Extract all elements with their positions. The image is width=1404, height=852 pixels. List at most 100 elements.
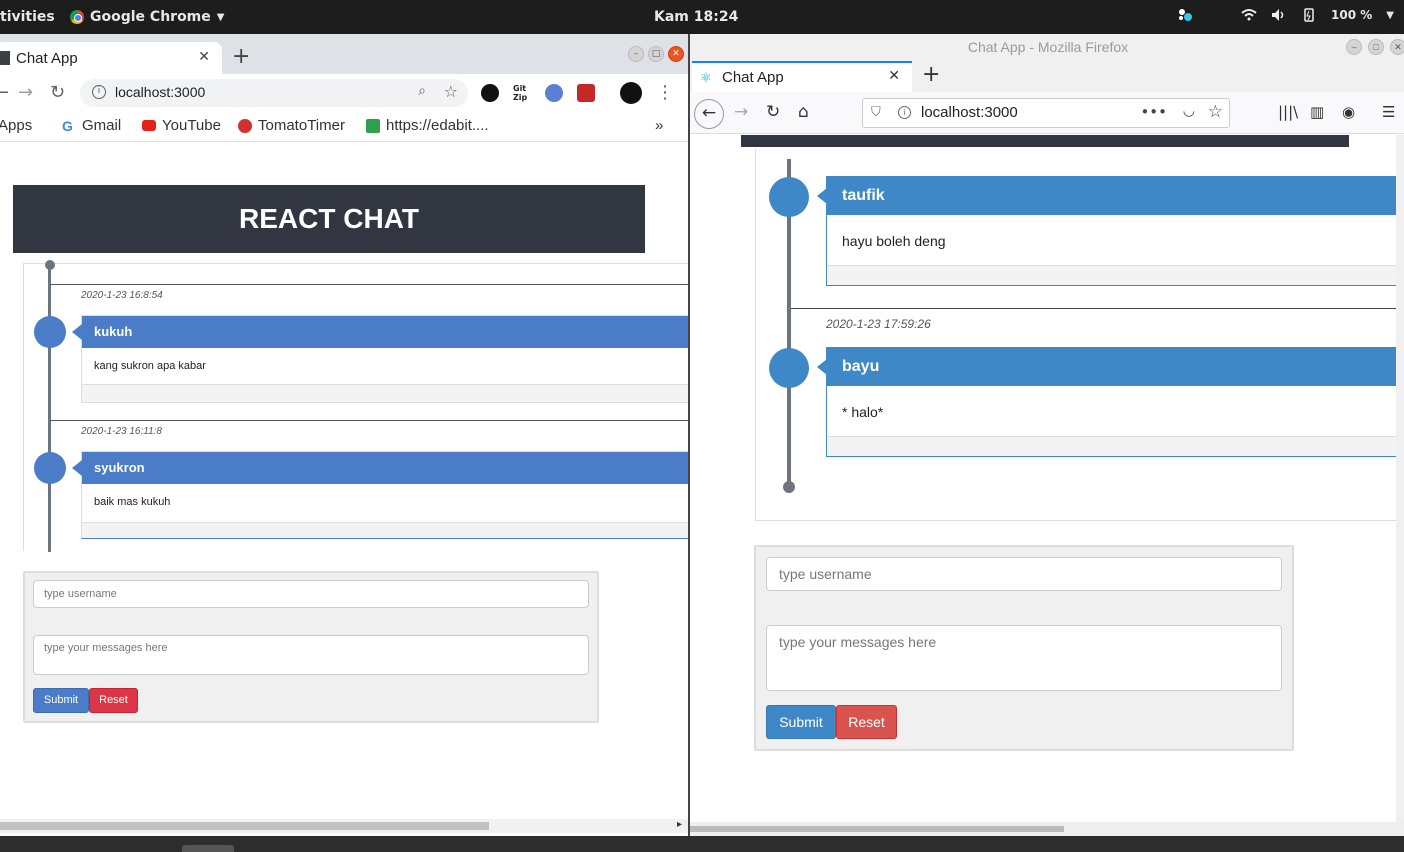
bottom-panel [0, 836, 1404, 852]
message-footer [827, 436, 1404, 456]
firefox-tab[interactable]: ⚛ Chat App ✕ [692, 61, 912, 92]
chrome-logo-icon [70, 10, 84, 24]
close-window-button[interactable]: ✕ [1390, 39, 1404, 55]
scroll-right-arrow-icon[interactable]: ▸ [677, 819, 682, 830]
submit-button[interactable]: Submit [766, 705, 836, 739]
timeline-separator [50, 284, 688, 285]
sidebar-icon[interactable]: ▥ [1310, 103, 1324, 121]
bookmark-label: Gmail [82, 117, 122, 134]
chat-timeline: taufik hayu boleh deng 2020-1-23 17:59:2… [755, 149, 1404, 521]
address-url[interactable]: localhost:3000 [921, 104, 1018, 121]
submit-button[interactable]: Submit [33, 688, 89, 713]
message-footer [827, 265, 1404, 285]
dock-item[interactable] [182, 845, 234, 852]
address-url[interactable]: localhost:3000 [115, 84, 205, 100]
message-text: * halo* [842, 404, 884, 420]
address-bar[interactable]: ⛉ i localhost:3000 ••• ◡ ☆ [862, 98, 1230, 128]
gnome-extension-icon[interactable] [481, 84, 499, 102]
bookmarks-bar: Apps G Gmail YouTube TomatoTimer https:/… [0, 112, 688, 142]
app-menu[interactable]: Google Chrome ▼ [70, 9, 224, 25]
chevron-down-icon: ▼ [1386, 9, 1394, 21]
chrome-toolbar: ← → ↻ i localhost:3000 ⌕ ☆ Git Zip ⋮ [0, 74, 688, 112]
bookmark-star-icon[interactable]: ☆ [444, 82, 458, 101]
bookmark-edabit[interactable]: https://edabit.... [366, 117, 489, 134]
wifi-icon[interactable] [1241, 8, 1257, 22]
chrome-window: Chat App ✕ + – □ ✕ ← → ↻ i localhost:300… [0, 34, 688, 836]
zoom-icon[interactable]: ⌕ [418, 83, 426, 99]
username-input[interactable]: type username [33, 580, 589, 608]
info-icon[interactable]: i [898, 106, 911, 119]
page-actions-icon[interactable]: ••• [1140, 103, 1167, 121]
bookmark-star-icon[interactable]: ☆ [1208, 102, 1223, 122]
pocket-icon[interactable]: ◡ [1183, 103, 1195, 119]
bookmark-apps[interactable]: Apps [0, 117, 32, 134]
message-date: 2020-1-23 16:11:8 [81, 426, 162, 437]
message-footer [82, 384, 688, 402]
hamburger-menu-icon[interactable]: ☰ [1382, 103, 1395, 121]
youtube-icon [142, 120, 156, 131]
volume-icon[interactable] [1271, 8, 1287, 22]
forward-arrow-icon[interactable]: → [18, 82, 33, 103]
back-arrow-icon[interactable]: ← [694, 99, 724, 129]
reload-icon[interactable]: ↻ [50, 82, 65, 103]
extension-blue-icon[interactable] [545, 84, 563, 102]
horizontal-scrollbar[interactable]: ▸ [0, 819, 688, 833]
bookmarks-overflow-icon[interactable]: » [655, 117, 663, 134]
timeline-end-dot [783, 481, 795, 493]
message-textarea[interactable]: type your messages here [766, 625, 1282, 691]
chrome-tab[interactable]: Chat App ✕ [0, 42, 222, 74]
back-arrow-icon[interactable]: ← [0, 82, 9, 103]
tomato-icon [238, 118, 252, 133]
library-icon[interactable]: |||\ [1278, 103, 1298, 121]
slack-tray-icon[interactable] [1177, 8, 1193, 22]
minimize-button[interactable]: – [628, 46, 644, 62]
activities-button[interactable]: tivities [0, 9, 55, 25]
message-textarea[interactable]: type your messages here [33, 635, 589, 675]
bookmark-tomatotimer[interactable]: TomatoTimer [238, 117, 345, 134]
profile-avatar[interactable] [620, 82, 642, 104]
close-tab-icon[interactable]: ✕ [198, 49, 210, 65]
home-icon[interactable]: ⌂ [798, 102, 809, 122]
maximize-button[interactable]: □ [648, 46, 664, 62]
info-icon[interactable]: i [92, 85, 106, 99]
battery-icon[interactable] [1301, 8, 1317, 22]
new-tab-button[interactable]: + [232, 46, 250, 68]
username-input[interactable]: type username [766, 557, 1282, 591]
more-menu-icon[interactable]: ⋮ [656, 82, 674, 103]
minimize-button[interactable]: – [1346, 39, 1362, 55]
reload-icon[interactable]: ↻ [766, 102, 780, 122]
message-username: syukron [82, 452, 688, 484]
horizontal-scrollbar[interactable] [690, 822, 1404, 836]
scrollbar-thumb[interactable] [0, 822, 489, 830]
shield-icon[interactable]: ⛉ [871, 105, 881, 120]
maximize-button[interactable]: □ [1368, 39, 1384, 55]
address-bar[interactable]: i localhost:3000 ⌕ ☆ [80, 79, 468, 107]
bookmark-youtube[interactable]: YouTube [142, 117, 221, 134]
firefox-tab-title: Chat App [722, 69, 784, 86]
forward-arrow-icon[interactable]: → [734, 102, 748, 122]
extension-red-icon[interactable] [577, 84, 595, 102]
clock[interactable]: Kam 18:24 [654, 9, 738, 25]
close-tab-icon[interactable]: ✕ [888, 68, 900, 84]
firefox-tab-bar: ⚛ Chat App ✕ + [690, 60, 1404, 92]
page-header-bar [741, 135, 1349, 147]
account-icon[interactable]: ◉ [1342, 103, 1355, 121]
timeline-separator [791, 308, 1404, 309]
vertical-scroll-strip [1396, 135, 1404, 822]
chevron-down-icon: ▼ [216, 11, 225, 23]
react-favicon-icon: ⚛ [700, 71, 712, 86]
scrollbar-thumb[interactable] [690, 826, 1064, 832]
gitzip-extension-icon[interactable]: Git Zip [513, 84, 531, 102]
reset-button[interactable]: Reset [89, 688, 138, 713]
message-date: 2020-1-23 17:59:26 [826, 317, 931, 331]
system-tray[interactable]: 100 % ▼ [1177, 8, 1394, 22]
reset-button[interactable]: Reset [836, 705, 897, 739]
close-window-button[interactable]: ✕ [668, 46, 684, 62]
bookmark-gmail[interactable]: G Gmail [62, 117, 121, 134]
timeline-badge [769, 177, 809, 217]
window-title: Chat App - Mozilla Firefox [967, 39, 1129, 55]
window-controls: – □ ✕ [628, 46, 684, 62]
new-tab-button[interactable]: + [922, 62, 940, 87]
firefox-toolbar: ← → ↻ ⌂ ⛉ i localhost:3000 ••• ◡ ☆ |||\ … [690, 92, 1404, 134]
message-card: bayu * halo* [826, 347, 1404, 457]
